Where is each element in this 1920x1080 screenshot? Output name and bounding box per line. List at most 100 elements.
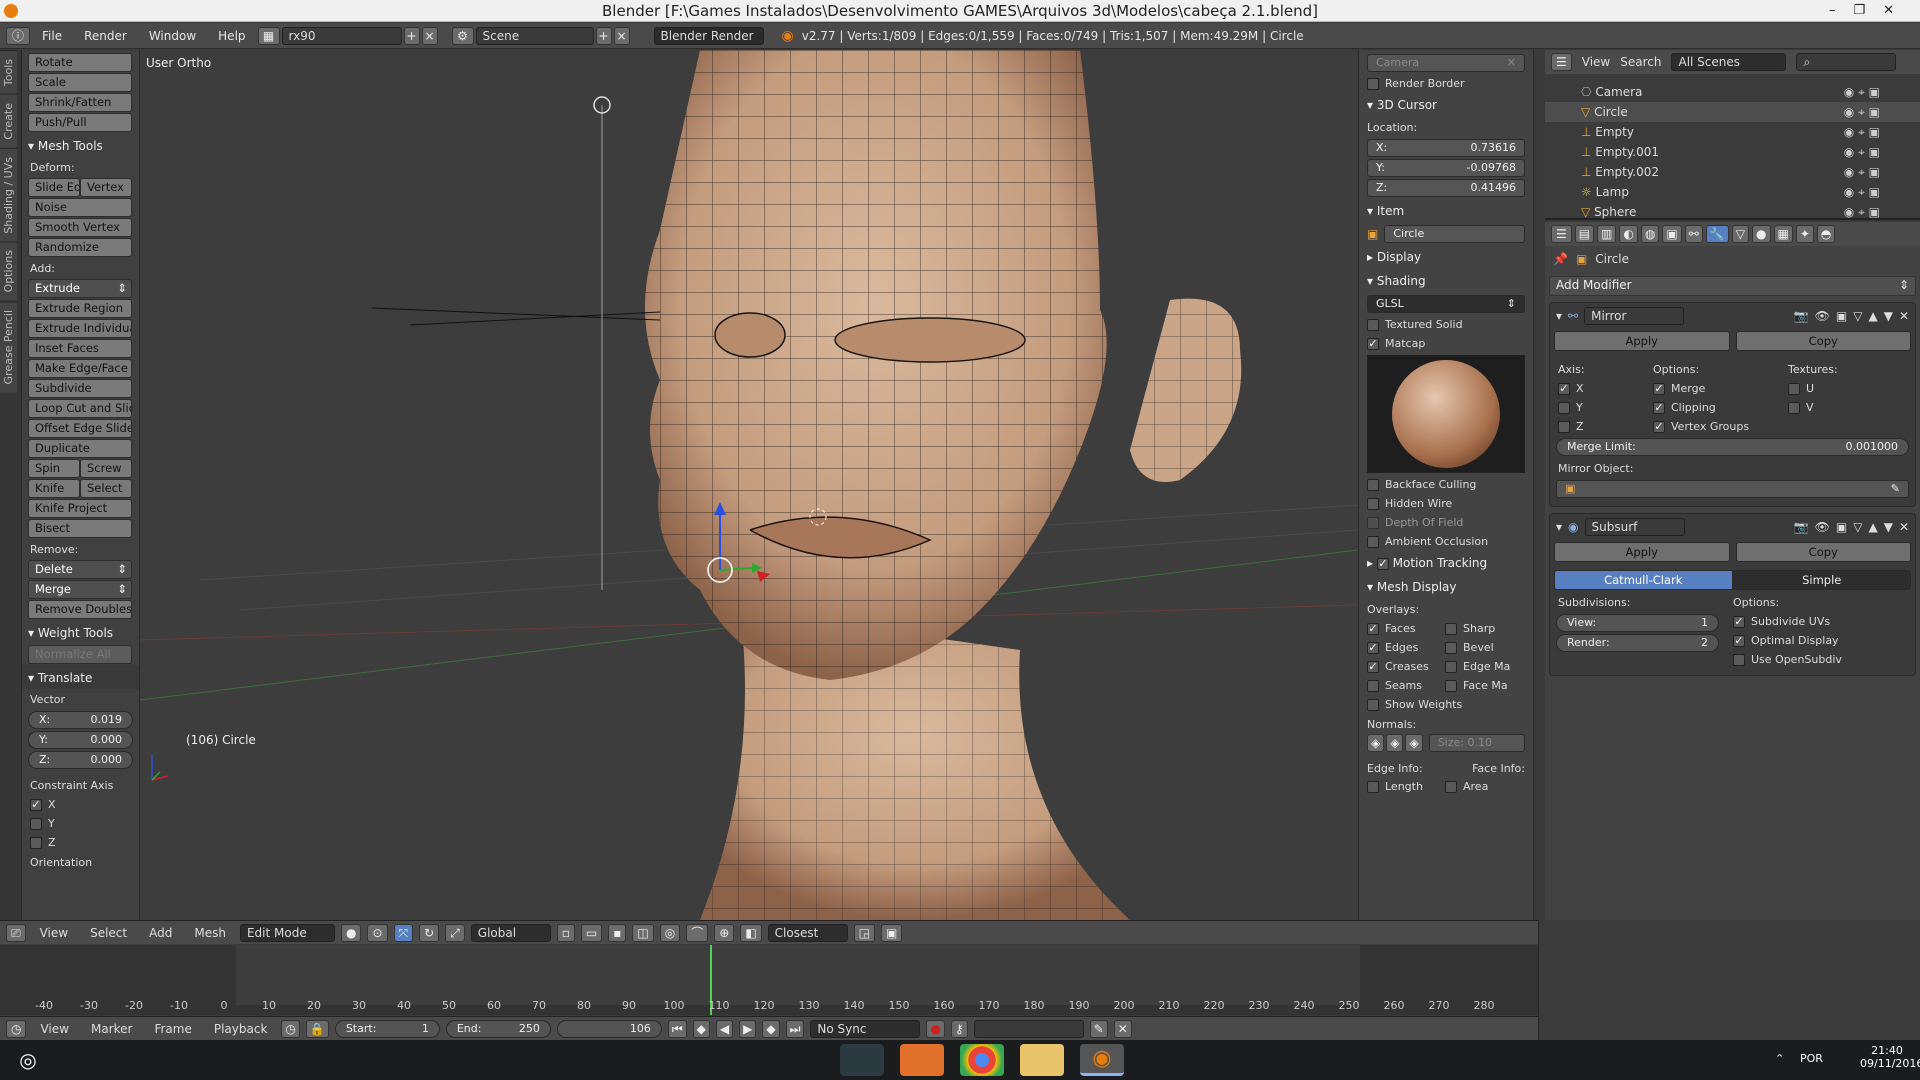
edge-select-icon[interactable]: ▭ — [580, 923, 603, 942]
preview-range-icon[interactable]: ◷ — [281, 1019, 300, 1038]
end-frame-field[interactable]: End: 250 — [445, 1019, 551, 1038]
outliner-item-camera[interactable]: ⎔ Camera ◉ ⌖ ▣ — [1545, 82, 1920, 102]
render-toggle-icon[interactable]: 📷 — [1794, 520, 1809, 534]
remove-scene-icon[interactable]: × — [613, 26, 630, 45]
3d-viewport[interactable]: User Ortho (106) Circle — [140, 50, 1358, 920]
pin-icon[interactable]: 📌 — [1553, 252, 1568, 266]
menu-window[interactable]: Window — [139, 29, 206, 43]
jump-end-icon[interactable]: ⏭ — [785, 1019, 805, 1038]
eyedropper-icon[interactable]: ✎ — [1891, 481, 1900, 497]
cursor-x-field[interactable]: X: 0.73616 — [1367, 139, 1525, 157]
current-frame-field[interactable]: 106 — [556, 1019, 662, 1038]
outliner-search-input[interactable]: ⌕ — [1796, 53, 1897, 71]
checkbox-checked-icon[interactable]: ✓ — [1376, 558, 1389, 570]
constraint-y-checkbox[interactable]: Y — [22, 814, 139, 833]
mirror-clipping-checkbox[interactable]: ✓ Clipping — [1645, 398, 1780, 417]
sharp-checkbox[interactable]: Sharp — [1437, 619, 1503, 638]
lock-icon[interactable]: 🔒 — [305, 1019, 329, 1038]
menu-file[interactable]: File — [32, 29, 72, 43]
particles-tab-icon[interactable]: ✦ — [1795, 225, 1814, 243]
push-pull-button[interactable]: Push/Pull — [28, 113, 132, 132]
viewport-toggle-icon[interactable]: 👁 — [1815, 520, 1830, 534]
jump-start-icon[interactable]: ⏮ — [667, 1019, 687, 1038]
outliner-scene-filter[interactable]: All Scenes — [1671, 53, 1787, 71]
start-button-icon[interactable]: ◎ — [12, 1044, 44, 1076]
viewport-shading-icon[interactable]: ● — [340, 923, 362, 942]
mirror-copy-button[interactable]: Copy — [1735, 331, 1911, 351]
merge-select[interactable]: Merge ⇕ — [28, 580, 132, 599]
bevel-checkbox[interactable]: Bevel — [1437, 638, 1502, 657]
optimal-display-checkbox[interactable]: ✓ Optimal Display — [1725, 631, 1850, 650]
data-tab-icon[interactable]: ▽ — [1731, 225, 1750, 243]
blender-taskbar-icon[interactable]: ◉ — [1080, 1044, 1124, 1076]
language-indicator[interactable]: POR — [1800, 1052, 1823, 1065]
editor-type-icon[interactable]: ⎚ — [6, 923, 26, 942]
seams-checkbox[interactable]: Seams — [1359, 676, 1437, 695]
backface-culling-checkbox[interactable]: Backface Culling — [1359, 475, 1533, 494]
visibility-eye-icon[interactable]: ◉ ⌖ ▣ — [1844, 82, 1880, 102]
mode-select[interactable]: Edit Mode — [239, 923, 335, 942]
mirror-axis-y-checkbox[interactable]: Y — [1550, 398, 1645, 417]
edge-marks-checkbox[interactable]: Edge Ma — [1437, 657, 1518, 676]
matcap-checkbox[interactable]: ✓ Matcap — [1359, 334, 1533, 353]
outliner-item-circle[interactable]: ▽ Circle ◉ ⌖ ▣ — [1545, 102, 1920, 122]
manipulator-toggle-icon[interactable]: ⤧ — [393, 923, 414, 942]
subsurf-copy-button[interactable]: Copy — [1735, 542, 1911, 562]
editmode-toggle-icon[interactable]: ▣ — [1836, 520, 1847, 534]
add-layout-icon[interactable]: + — [403, 26, 420, 45]
constraint-z-checkbox[interactable]: Z — [22, 833, 139, 852]
face-normals-icon[interactable]: ◈ — [1405, 734, 1423, 752]
limit-selection-icon[interactable]: ◫ — [632, 923, 654, 942]
mirror-vertex-groups-checkbox[interactable]: ✓ Vertex Groups — [1645, 417, 1780, 436]
subsurf-name-field[interactable]: Subsurf — [1584, 518, 1685, 536]
camera-field[interactable]: Camera ✕ — [1367, 54, 1525, 72]
delete-keyframe-icon[interactable]: ✕ — [1113, 1019, 1132, 1038]
collapse-arrow-icon[interactable]: ▾ — [1556, 520, 1562, 534]
remove-layout-icon[interactable]: × — [421, 26, 438, 45]
screen-layout-field[interactable]: rx90 — [281, 26, 402, 45]
extrude-region-button[interactable]: Extrude Region — [28, 299, 132, 318]
subdivide-uvs-checkbox[interactable]: ✓ Subdivide UVs — [1725, 612, 1850, 631]
rotate-button[interactable]: Rotate — [28, 53, 132, 72]
viewport-canvas[interactable] — [140, 50, 1358, 920]
outliner-menu-view[interactable]: View — [1582, 55, 1610, 69]
pivot-point-icon[interactable]: ⊙ — [367, 923, 388, 942]
knife-project-button[interactable]: Knife Project — [28, 499, 132, 518]
split-normals-icon[interactable]: ◈ — [1386, 734, 1404, 752]
cage-toggle-icon[interactable]: ▽ — [1853, 309, 1862, 323]
mirror-axis-x-checkbox[interactable]: ✓ X — [1550, 379, 1645, 398]
extrude-individual-button[interactable]: Extrude Individual — [28, 319, 132, 338]
item-panel-header[interactable]: ▾ Item — [1359, 199, 1533, 223]
opengl-render-icon[interactable]: ▣ — [881, 923, 903, 942]
start-frame-field[interactable]: Start: 1 — [334, 1019, 440, 1038]
texture-tab-icon[interactable]: ▦ — [1773, 225, 1793, 243]
play-icon[interactable]: ▶ — [739, 1019, 757, 1038]
cursor-z-field[interactable]: Z: 0.41496 — [1367, 179, 1525, 197]
slide-vertex-button[interactable]: Vertex — [80, 178, 132, 197]
screw-button[interactable]: Screw — [80, 459, 132, 478]
shrink-fatten-button[interactable]: Shrink/Fatten — [28, 93, 132, 112]
modifiers-tab-icon[interactable]: 🔧 — [1705, 225, 1729, 243]
face-marks-checkbox[interactable]: Face Ma — [1437, 676, 1516, 695]
catmull-clark-button[interactable]: Catmull-Clark — [1554, 570, 1733, 590]
visibility-eye-icon[interactable]: ◉ ⌖ ▣ — [1844, 142, 1880, 162]
proportional-edit-icon[interactable]: ◎ — [659, 923, 681, 942]
insert-keyframe-icon[interactable]: ✎ — [1089, 1019, 1108, 1038]
falloff-icon[interactable]: ⌒ — [686, 923, 709, 942]
timeline-menu-marker[interactable]: Marker — [83, 1022, 140, 1036]
area-checkbox[interactable]: Area — [1437, 777, 1496, 796]
move-down-icon[interactable]: ▼ — [1884, 309, 1893, 323]
menu-render[interactable]: Render — [74, 29, 137, 43]
add-modifier-select[interactable]: Add Modifier ⇕ — [1549, 276, 1916, 296]
tab-create[interactable]: Create — [0, 94, 17, 148]
inset-faces-button[interactable]: Inset Faces — [28, 339, 132, 358]
cage-toggle-icon[interactable]: ▽ — [1853, 520, 1862, 534]
tab-tools[interactable]: Tools — [0, 50, 17, 95]
chrome-icon[interactable] — [960, 1044, 1004, 1076]
menu-help[interactable]: Help — [208, 29, 255, 43]
vertex-normals-icon[interactable]: ◈ — [1367, 734, 1385, 752]
menu-add[interactable]: Add — [141, 926, 180, 940]
physics-tab-icon[interactable]: ◓ — [1816, 225, 1836, 243]
translate-panel-header[interactable]: ▾ Translate — [22, 665, 139, 689]
outliner-menu-search[interactable]: Search — [1620, 55, 1661, 69]
